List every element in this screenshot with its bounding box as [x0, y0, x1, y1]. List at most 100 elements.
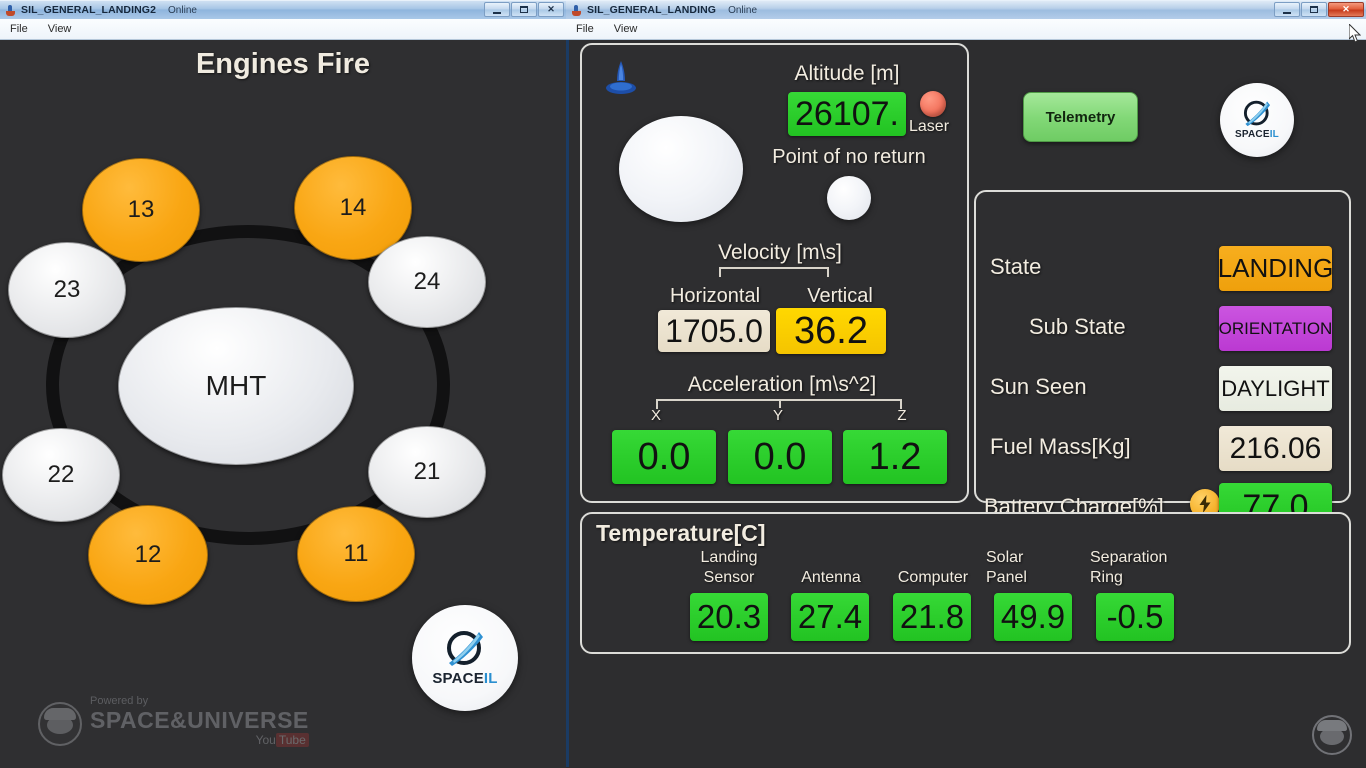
spaceil-logo: SPACEIL: [412, 605, 518, 711]
moon-graphic: [619, 116, 743, 222]
watermark-text: Powered by SPACE&UNIVERSE You Tube: [90, 696, 309, 747]
state-value: LANDING: [1219, 246, 1332, 291]
screen: SIL_GENERAL_LANDING2 Online ✕ File View …: [0, 0, 1366, 768]
right-titlebar: SIL_GENERAL_LANDING Online ✕: [566, 0, 1366, 19]
menu-file[interactable]: File: [572, 22, 598, 36]
velocity-label: Velocity [m\s]: [718, 241, 842, 264]
sub-state-value: ORIENTATION: [1219, 306, 1332, 351]
temp-separation-ring-value: -0.5: [1096, 593, 1174, 641]
engine-23-label: 23: [53, 276, 81, 303]
spaceil-wordmark: SPACEIL: [432, 670, 498, 687]
right-window-status: Online: [728, 4, 757, 16]
engine-24[interactable]: 24: [368, 236, 486, 328]
velocity-vertical-value: 36.2: [776, 308, 886, 354]
point-of-no-return-led: [827, 176, 871, 220]
flight-panel: Altitude [m] 26107. Laser Point of no re…: [580, 43, 969, 503]
velocity-vertical-label: Vertical: [807, 285, 873, 307]
menu-view[interactable]: View: [610, 22, 642, 36]
temp-landing-sensor-label-line2: Sensor: [703, 569, 755, 586]
engine-11-label: 11: [343, 540, 369, 567]
engine-21-label: 21: [413, 458, 441, 485]
acceleration-z-label: Z: [897, 407, 907, 424]
acceleration-x-label: X: [650, 407, 661, 424]
telemetry-button[interactable]: Telemetry: [1023, 92, 1138, 142]
temp-computer-value: 21.8: [893, 593, 971, 641]
right-window-title: SIL_GENERAL_LANDING: [587, 4, 717, 16]
sun-seen-label: Sun Seen: [990, 374, 1087, 399]
watermark-youtube: You Tube: [90, 733, 309, 747]
engine-21[interactable]: 21: [368, 426, 486, 518]
altitude-label: Altitude [m]: [794, 62, 900, 85]
mouse-cursor: [1348, 22, 1362, 43]
temp-separation-ring-label-line1: Separation: [1090, 549, 1168, 566]
temp-computer-label-line1: Computer: [897, 569, 969, 586]
engine-24-label: 24: [413, 268, 441, 295]
spaceil-logo: SPACEIL: [1220, 83, 1294, 157]
lander-icon: [604, 59, 638, 104]
right-window-controls: ✕: [1273, 2, 1364, 17]
page-title: Engines Fire: [195, 48, 371, 80]
temp-solar-panel-label-line1: Solar: [986, 549, 1024, 566]
temp-antenna-value: 27.4: [791, 593, 869, 641]
close-button[interactable]: ✕: [538, 2, 564, 17]
maximize-button[interactable]: [1301, 2, 1327, 17]
acceleration-label: Acceleration [m\s^2]: [687, 373, 877, 396]
engine-mht[interactable]: MHT: [118, 307, 354, 465]
acceleration-y-value: 0.0: [728, 430, 832, 484]
left-window-status: Online: [168, 4, 197, 16]
engine-23[interactable]: 23: [8, 242, 126, 338]
engine-22[interactable]: 22: [2, 428, 120, 522]
engine-12-label: 12: [134, 541, 162, 568]
left-window-title: SIL_GENERAL_LANDING2: [21, 4, 157, 16]
status-panel: State LANDING Sub State ORIENTATION Sun …: [974, 190, 1351, 531]
acceleration-y-label: Y: [772, 407, 783, 424]
acceleration-x-value: 0.0: [612, 430, 716, 484]
right-menubar: File View: [566, 19, 1366, 40]
astronaut-monkey-icon: [38, 702, 82, 746]
window-engines: SIL_GENERAL_LANDING2 Online ✕ File View …: [0, 0, 566, 768]
spaceil-globe-icon: [1241, 100, 1273, 129]
fuel-mass-value: 216.06: [1219, 426, 1332, 471]
spaceil-globe-icon: [443, 630, 487, 670]
velocity-horizontal-value: 1705.0: [658, 310, 770, 352]
left-window-controls: ✕: [483, 2, 564, 17]
engine-12[interactable]: 12: [88, 505, 208, 605]
spaceil-wordmark: SPACEIL: [1234, 129, 1279, 140]
temp-separation-ring-label-line2: Ring: [1090, 569, 1123, 586]
altitude-value: 26107.: [788, 92, 906, 136]
powered-by-watermark: Powered by SPACE&UNIVERSE You Tube: [38, 696, 309, 747]
app-icon: [572, 4, 583, 16]
close-button[interactable]: ✕: [1328, 2, 1364, 17]
velocity-horizontal-label: Horizontal: [669, 285, 761, 307]
temperature-panel: Temperature[C] Landing Sensor 20.3 Anten…: [580, 512, 1351, 654]
state-label: State: [990, 254, 1042, 279]
laser-label: Laser: [909, 118, 950, 135]
temperature-panel-title: Temperature[C]: [596, 520, 766, 546]
window-telemetry: SIL_GENERAL_LANDING Online ✕ File View A…: [566, 0, 1366, 768]
sun-seen-value: DAYLIGHT: [1219, 366, 1332, 411]
maximize-button[interactable]: [511, 2, 537, 17]
left-menubar: File View: [0, 19, 566, 40]
velocity-bracket: [719, 267, 829, 277]
engine-11[interactable]: 11: [297, 506, 415, 602]
laser-led: [920, 91, 946, 117]
point-of-no-return-label: Point of no return: [772, 146, 926, 168]
menu-view[interactable]: View: [44, 22, 76, 36]
engine-22-label: 22: [47, 461, 75, 488]
minimize-button[interactable]: [484, 2, 510, 17]
astronaut-monkey-icon: [1312, 715, 1352, 755]
acceleration-z-value: 1.2: [843, 430, 947, 484]
telemetry-button-label: Telemetry: [1045, 108, 1116, 126]
watermark-brand: SPACE&UNIVERSE: [90, 707, 309, 733]
minimize-button[interactable]: [1274, 2, 1300, 17]
engine-13-label: 13: [127, 196, 155, 223]
menu-file[interactable]: File: [6, 22, 32, 36]
engine-mht-label: MHT: [205, 370, 267, 401]
engine-13[interactable]: 13: [82, 158, 200, 262]
engines-canvas: Engines Fire MHT 13 14 23 24 22 21 12 11…: [0, 40, 566, 768]
temp-solar-panel-label-line2: Panel: [986, 569, 1027, 586]
temp-landing-sensor-label-line1: Landing: [700, 549, 758, 566]
telemetry-canvas: Altitude [m] 26107. Laser Point of no re…: [566, 40, 1366, 767]
app-icon: [6, 4, 17, 16]
temp-landing-sensor-value: 20.3: [690, 593, 768, 641]
